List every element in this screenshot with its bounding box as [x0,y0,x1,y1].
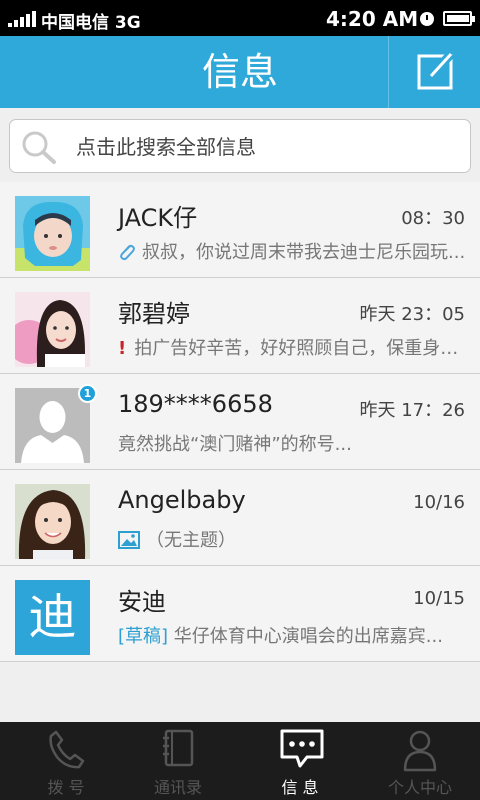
exclamation-icon: ! [118,338,127,359]
tab-label: 通讯录 [153,778,202,797]
message-preview: [草稿] 华仔体育中心演唱会的出席嘉宾... [118,622,472,648]
tab-profile[interactable]: 个人中心 [360,722,480,800]
message-preview-text: （无主题） [146,530,236,551]
image-icon [118,531,140,554]
tab-contacts[interactable]: 通讯录 [118,722,238,800]
message-preview-text: 竟然挑战“澳门赌神”的称号... [118,434,352,455]
contact-name: JACK仔 [118,204,198,232]
message-preview-text: 叔叔，你说过周末带我去迪士尼乐园玩... [142,242,466,263]
message-time: 昨天 23：05 [359,304,465,325]
message-row-angelbaby[interactable]: Angelbaby 10/16 （无主题） [0,470,480,566]
tab-label: 拨 号 [47,778,85,797]
message-preview: 竟然挑战“澳门赌神”的称号... [118,430,472,456]
message-time: 10/15 [413,588,465,609]
message-time: 昨天 17：26 [359,400,465,421]
message-preview-text: 拍广告好辛苦，好好照顾自己，保重身体... [134,338,472,359]
alarm-icon [420,12,434,26]
tab-dial[interactable]: 拨 号 [6,722,126,800]
message-time: 08：30 [401,208,465,229]
message-preview: ! 拍广告好辛苦，好好照顾自己，保重身体... [118,334,472,360]
unread-badge: 1 [78,384,97,403]
message-preview: 叔叔，你说过周末带我去迪士尼乐园玩... [118,238,472,266]
contact-name: 郭碧婷 [118,300,190,328]
title-bar: 信息 [0,36,480,108]
carrier-label: 中国电信 3G [41,13,141,33]
compose-button[interactable] [389,36,480,108]
battery-icon [443,11,475,26]
draft-tag: [草稿] [118,626,169,647]
message-row-andi[interactable]: 迪 安迪 10/15 [草稿] 华仔体育中心演唱会的出席嘉宾... [0,566,480,662]
message-row-unknown[interactable]: 1 189****6658 昨天 17：26 竟然挑战“澳门赌神”的称号... [0,374,480,470]
message-row-guobiting[interactable]: 郭碧婷 昨天 23：05 ! 拍广告好辛苦，好好照顾自己，保重身体... [0,278,480,374]
search-icon [22,131,56,164]
status-bar: 中国电信 3G 4:20 AM [0,0,480,36]
avatar: 迪 [15,580,90,655]
status-clock: 4:20 AM [326,7,419,31]
avatar [15,196,90,271]
contacts-book-icon [163,729,194,767]
search-input[interactable] [76,130,456,164]
contact-name: 安迪 [118,588,166,616]
compose-icon [417,52,455,90]
message-preview-text: 华仔体育中心演唱会的出席嘉宾... [173,626,443,647]
message-bubble-icon [280,729,324,768]
signal-strength-icon [8,11,36,27]
default-avatar-icon [15,388,90,463]
contact-name: 189****6658 [118,390,273,418]
avatar [15,484,90,559]
tab-label: 个人中心 [387,778,452,797]
search-area [0,108,480,188]
contact-name: Angelbaby [118,486,246,514]
message-preview: （无主题） [118,526,472,554]
message-row-jack[interactable]: JACK仔 08：30 叔叔，你说过周末带我去迪士尼乐园玩... [0,182,480,278]
bottom-tab-bar: 拨 号 通讯录 信 息 个人中心 [0,722,480,800]
person-icon [403,730,437,772]
phone-icon [49,730,85,769]
message-time: 10/16 [413,492,465,513]
tab-messages[interactable]: 信 息 [240,722,360,800]
paperclip-icon [118,243,136,266]
search-box[interactable] [9,119,471,173]
avatar [15,292,90,367]
tab-label: 信 息 [281,778,319,797]
